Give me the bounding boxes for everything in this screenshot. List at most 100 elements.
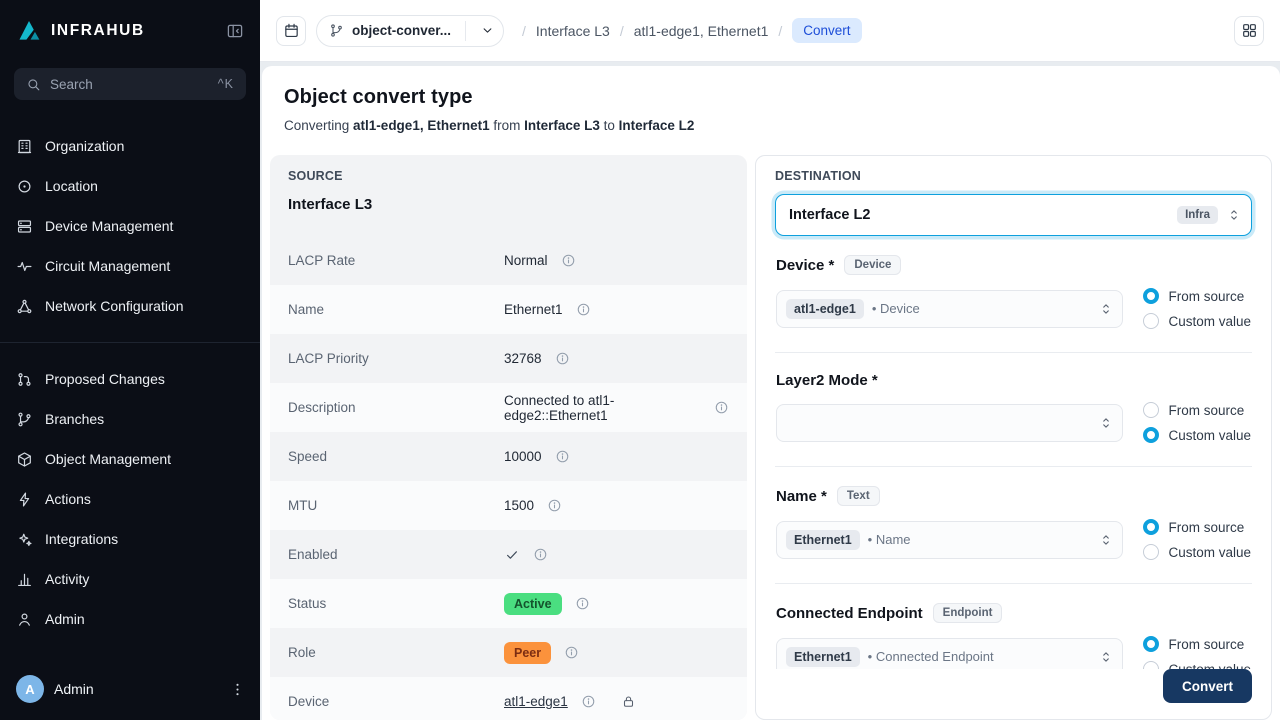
sidebar-item-circuit-management[interactable]: Circuit Management <box>0 246 260 286</box>
sidebar-item-label: Branches <box>45 411 104 427</box>
field-header: Name * Text <box>776 486 1251 506</box>
sidebar-item-label: Proposed Changes <box>45 371 165 387</box>
attribute-value: 1500 <box>504 498 534 513</box>
value-badge: Active <box>504 593 562 615</box>
info-icon[interactable] <box>581 694 596 709</box>
sidebar-divider <box>0 342 260 343</box>
value-mode-radio-group: From source Custom value <box>1143 636 1251 669</box>
from-source-radio[interactable]: From source <box>1143 636 1244 652</box>
custom-value-radio[interactable]: Custom value <box>1143 544 1251 560</box>
divider <box>465 21 466 41</box>
breadcrumb: /Interface L3/atl1-edge1, Ethernet1/Conv… <box>522 18 862 43</box>
info-icon[interactable] <box>555 449 570 464</box>
field-controls: atl1-edge1 • Device From source Custom v… <box>776 288 1251 329</box>
radio-label: From source <box>1168 403 1244 418</box>
info-icon[interactable] <box>533 547 548 562</box>
info-icon[interactable] <box>564 645 579 660</box>
custom-value-radio[interactable]: Custom value <box>1143 313 1251 329</box>
search-input[interactable]: Search ^K <box>14 68 246 100</box>
convert-button[interactable]: Convert <box>1163 669 1252 703</box>
attribute-label: Description <box>288 400 504 415</box>
source-row-lacp-priority: LACP Priority 32768 <box>270 334 747 383</box>
field-label: Layer2 Mode * <box>776 372 878 389</box>
from-source-radio[interactable]: From source <box>1143 402 1244 418</box>
radio-label: From source <box>1168 289 1244 304</box>
custom-value-radio[interactable]: Custom value <box>1143 427 1251 443</box>
info-icon[interactable] <box>555 351 570 366</box>
value-mode-radio-group: From source Custom value <box>1143 519 1251 560</box>
attribute-value-cell: atl1-edge1 <box>504 694 636 709</box>
branch-name: object-conver... <box>352 23 457 38</box>
connected-endpoint-select[interactable]: Ethernet1 • Connected Endpoint <box>776 638 1123 670</box>
breadcrumb-link[interactable]: atl1-edge1, Ethernet1 <box>634 23 769 39</box>
device-select[interactable]: atl1-edge1 • Device <box>776 290 1123 328</box>
source-row-speed: Speed 10000 <box>270 432 747 481</box>
source-panel-header: SOURCE Interface L3 <box>270 155 747 236</box>
sidebar-item-actions[interactable]: Actions <box>0 479 260 519</box>
info-icon[interactable] <box>561 253 576 268</box>
subtitle-text: Converting <box>284 118 353 133</box>
attribute-value-cell: 1500 <box>504 498 562 513</box>
brand-name: INFRAHUB <box>51 22 145 40</box>
sidebar-item-label: Network Configuration <box>45 298 184 314</box>
custom-value-radio[interactable]: Custom value <box>1143 661 1251 669</box>
sidebar-item-location[interactable]: Location <box>0 166 260 206</box>
branches-icon <box>16 411 33 428</box>
attribute-value: Connected to atl1-edge2::Ethernet1 <box>504 393 701 423</box>
radio-dot <box>1143 288 1159 304</box>
panels: SOURCE Interface L3 LACP Rate Normal Nam… <box>270 155 1272 720</box>
destination-type-select[interactable]: Interface L2 Infra <box>775 194 1252 236</box>
field-kind-badge: Text <box>837 486 880 506</box>
user-menu[interactable]: A Admin <box>0 664 260 720</box>
sidebar-item-branches[interactable]: Branches <box>0 399 260 439</box>
radio-label: From source <box>1168 637 1244 652</box>
sidebar-nav-secondary: Proposed Changes Branches Object Managem… <box>0 359 260 639</box>
sidebar-item-activity[interactable]: Activity <box>0 559 260 599</box>
layer2-mode-select[interactable] <box>776 404 1123 442</box>
field-kind-badge: Device <box>844 255 901 275</box>
kebab-icon <box>229 681 246 698</box>
branch-selector[interactable]: object-conver... <box>316 15 504 47</box>
name-select[interactable]: Ethernet1 • Name <box>776 521 1123 559</box>
info-icon[interactable] <box>547 498 562 513</box>
radio-dot <box>1143 519 1159 535</box>
source-attributes: LACP Rate Normal Name Ethernet1 LACP Pri… <box>270 236 747 720</box>
sidebar-item-integrations[interactable]: Integrations <box>0 519 260 559</box>
sidebar-item-admin[interactable]: Admin <box>0 599 260 639</box>
attribute-value-cell: Active <box>504 593 590 615</box>
selected-value-chip: Ethernet1 <box>786 647 860 667</box>
radio-label: Custom value <box>1168 662 1251 670</box>
radio-label: From source <box>1168 520 1244 535</box>
user-menu-kebab-button[interactable] <box>227 679 248 700</box>
attribute-label: Role <box>288 645 504 660</box>
related-object-link[interactable]: atl1-edge1 <box>504 694 568 709</box>
field-controls: Ethernet1 • Connected Endpoint From sour… <box>776 636 1251 669</box>
info-icon[interactable] <box>575 596 590 611</box>
apps-button[interactable] <box>1234 16 1264 46</box>
sidebar-item-organization[interactable]: Organization <box>0 126 260 166</box>
radio-dot <box>1143 661 1159 669</box>
attribute-label: MTU <box>288 498 504 513</box>
from-source-radio[interactable]: From source <box>1143 519 1244 535</box>
subtitle-source-kind: Interface L3 <box>524 118 600 133</box>
field-controls: Ethernet1 • Name From source Custom valu… <box>776 519 1251 560</box>
sidebar-item-device-management[interactable]: Device Management <box>0 206 260 246</box>
info-icon[interactable] <box>714 400 729 415</box>
branch-icon <box>329 23 344 38</box>
time-travel-button[interactable] <box>276 16 306 46</box>
sidebar-item-object-management[interactable]: Object Management <box>0 439 260 479</box>
content-card: Object convert type Converting atl1-edge… <box>262 66 1280 720</box>
field-label: Connected Endpoint <box>776 605 923 622</box>
info-icon[interactable] <box>576 302 591 317</box>
breadcrumb-link[interactable]: Interface L3 <box>536 23 610 39</box>
avatar: A <box>16 675 44 703</box>
sidebar-item-proposed-changes[interactable]: Proposed Changes <box>0 359 260 399</box>
destination-type-value: Interface L2 <box>789 207 1169 223</box>
sidebar-collapse-button[interactable] <box>224 20 246 42</box>
from-source-radio[interactable]: From source <box>1143 288 1244 304</box>
actions-icon <box>16 491 33 508</box>
attribute-value-cell: 10000 <box>504 449 570 464</box>
attribute-value: Ethernet1 <box>504 302 563 317</box>
attribute-value-cell: Connected to atl1-edge2::Ethernet1 <box>504 393 729 423</box>
sidebar-item-network-configuration[interactable]: Network Configuration <box>0 286 260 326</box>
